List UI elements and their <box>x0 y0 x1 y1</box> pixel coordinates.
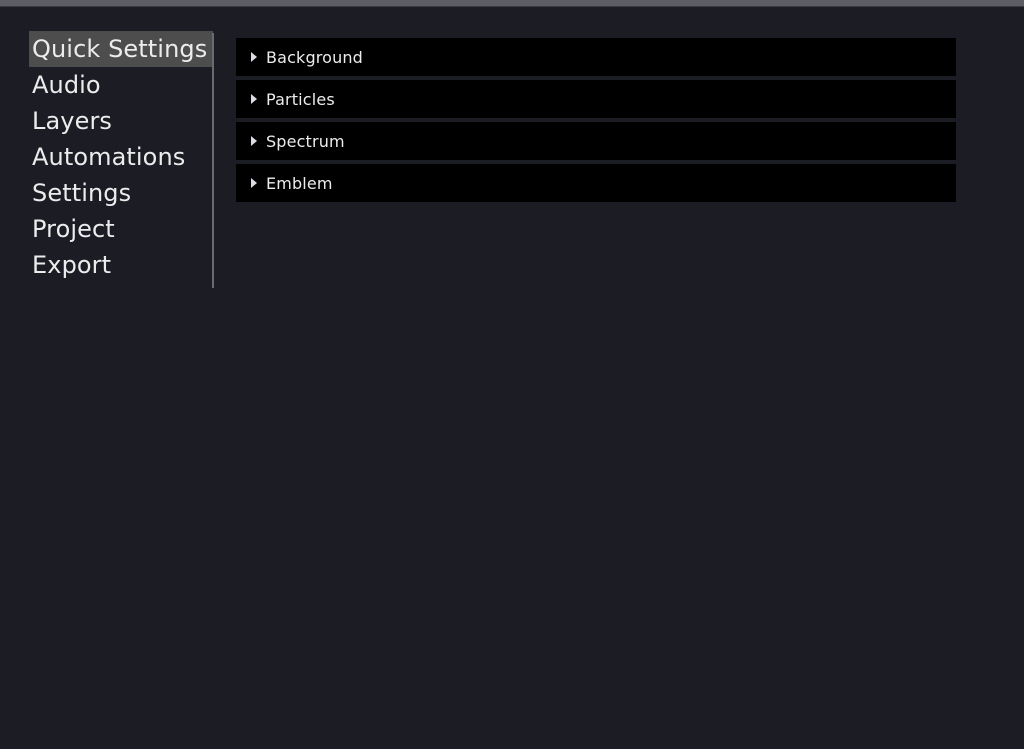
sidebar-item-layers[interactable]: Layers <box>29 103 213 139</box>
triangle-right-icon[interactable] <box>248 177 260 189</box>
app-body: Quick Settings Audio Layers Automations … <box>0 7 1024 749</box>
sidebar-item-label: Settings <box>32 179 132 207</box>
accordion-section-particles[interactable]: Particles <box>236 80 956 118</box>
triangle-right-icon[interactable] <box>248 93 260 105</box>
triangle-right-icon[interactable] <box>248 51 260 63</box>
sidebar-item-label: Quick Settings <box>32 35 208 63</box>
sidebar-item-export[interactable]: Export <box>29 247 213 283</box>
sidebar-item-label: Audio <box>32 71 101 99</box>
sidebar-item-label: Automations <box>32 143 186 171</box>
sidebar-item-settings[interactable]: Settings <box>29 175 213 211</box>
sidebar-nav: Quick Settings Audio Layers Automations … <box>29 31 213 283</box>
triangle-right-icon[interactable] <box>248 135 260 147</box>
sidebar-item-quick-settings[interactable]: Quick Settings <box>29 31 213 67</box>
accordion-section-label: Emblem <box>266 173 333 193</box>
sidebar-item-label: Export <box>32 251 112 279</box>
accordion-section-background[interactable]: Background <box>236 38 956 76</box>
sidebar-item-project[interactable]: Project <box>29 211 213 247</box>
accordion-section-emblem[interactable]: Emblem <box>236 164 956 202</box>
accordion-section-label: Background <box>266 47 363 67</box>
settings-accordion: Background Particles Spectrum Emblem <box>236 38 956 202</box>
sidebar-item-automations[interactable]: Automations <box>29 139 213 175</box>
sidebar-item-label: Layers <box>32 107 113 135</box>
sidebar-item-audio[interactable]: Audio <box>29 67 213 103</box>
accordion-section-label: Particles <box>266 89 335 109</box>
sidebar-item-label: Project <box>32 215 115 243</box>
accordion-section-label: Spectrum <box>266 131 345 151</box>
sidebar-divider <box>212 33 214 288</box>
accordion-section-spectrum[interactable]: Spectrum <box>236 122 956 160</box>
window-title-strip <box>0 0 1024 7</box>
